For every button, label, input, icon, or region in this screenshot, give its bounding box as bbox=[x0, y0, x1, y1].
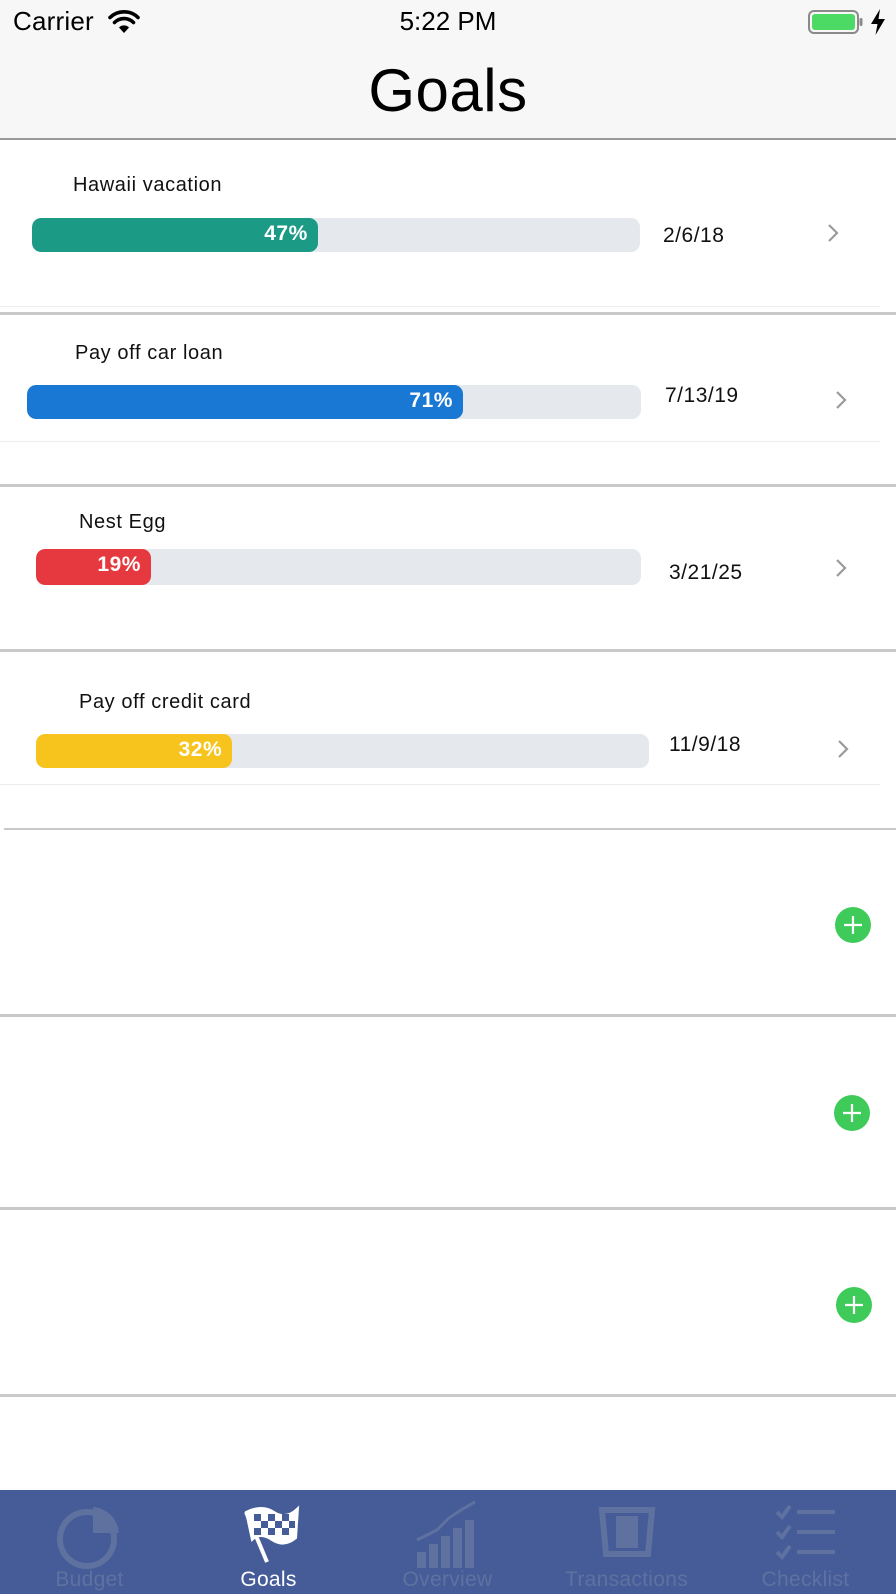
tab-goals[interactable]: Goals bbox=[179, 1490, 358, 1594]
page-title: Goals bbox=[368, 57, 528, 124]
goal-progress-fill: 47% bbox=[32, 218, 318, 252]
goal-progress-bar: 71% bbox=[27, 385, 641, 419]
checklist-icon bbox=[771, 1500, 841, 1570]
receipt-icon bbox=[592, 1500, 662, 1570]
goal-due-date: 2/6/18 bbox=[663, 224, 725, 247]
goal-name: Pay off credit card bbox=[79, 691, 252, 713]
empty-goal-slot bbox=[0, 830, 896, 1014]
goal-progress-label: 71% bbox=[409, 389, 453, 412]
row-divider bbox=[0, 441, 880, 442]
goal-progress-bar: 32% bbox=[36, 734, 649, 768]
add-goal-button[interactable] bbox=[835, 907, 871, 943]
row-divider bbox=[0, 1394, 896, 1397]
status-bar: Carrier 5:22 PM bbox=[0, 0, 896, 44]
goal-progress-fill: 71% bbox=[27, 385, 463, 419]
add-goal-button[interactable] bbox=[836, 1287, 872, 1323]
tab-bar: Budget Goals Overview Transactions Check… bbox=[0, 1490, 896, 1594]
goal-progress-label: 32% bbox=[178, 738, 223, 761]
row-divider bbox=[0, 306, 880, 307]
chevron-right-icon bbox=[826, 222, 840, 244]
tab-checklist[interactable]: Checklist bbox=[716, 1490, 895, 1594]
tab-label: Checklist bbox=[761, 1568, 850, 1591]
chevron-right-icon bbox=[836, 738, 850, 760]
goal-row-hawaii-vacation[interactable]: Hawaii vacation 47% 2/6/18 bbox=[0, 146, 896, 312]
charging-bolt-icon bbox=[869, 8, 887, 36]
empty-goal-slot bbox=[0, 1210, 896, 1394]
clock-time: 5:22 PM bbox=[399, 6, 497, 36]
bar-chart-icon bbox=[413, 1500, 483, 1570]
navigation-bar: Goals bbox=[0, 44, 896, 140]
goal-name: Nest Egg bbox=[79, 511, 167, 533]
plus-icon bbox=[845, 1296, 863, 1314]
goal-due-date: 7/13/19 bbox=[665, 384, 739, 407]
goal-progress-fill: 19% bbox=[36, 549, 151, 585]
tab-budget[interactable]: Budget bbox=[0, 1490, 179, 1594]
checkered-flag-icon bbox=[234, 1500, 304, 1570]
tab-overview[interactable]: Overview bbox=[358, 1490, 537, 1594]
goal-progress-bar: 19% bbox=[36, 549, 641, 585]
plus-icon bbox=[843, 1104, 861, 1122]
add-goal-button[interactable] bbox=[834, 1095, 870, 1131]
goal-row-pay-off-credit-card[interactable]: Pay off credit card 32% 11/9/18 bbox=[0, 652, 896, 828]
pie-chart-icon bbox=[55, 1500, 125, 1570]
goal-name: Pay off car loan bbox=[75, 342, 224, 364]
goal-progress-label: 19% bbox=[97, 553, 141, 576]
goal-row-nest-egg[interactable]: Nest Egg 19% 3/21/25 bbox=[0, 487, 896, 649]
tab-label: Overview bbox=[402, 1568, 493, 1591]
chevron-right-icon bbox=[834, 557, 848, 579]
goal-name: Hawaii vacation bbox=[73, 174, 223, 196]
goal-due-date: 3/21/25 bbox=[669, 561, 743, 584]
goal-row-pay-off-car-loan[interactable]: Pay off car loan 71% 7/13/19 bbox=[0, 315, 896, 485]
tab-transactions[interactable]: Transactions bbox=[537, 1490, 716, 1594]
goal-progress-label: 47% bbox=[264, 222, 308, 245]
goal-progress-fill: 32% bbox=[36, 734, 233, 768]
tab-label: Goals bbox=[240, 1568, 297, 1591]
tab-label: Budget bbox=[55, 1568, 124, 1591]
goal-progress-bar: 47% bbox=[32, 218, 640, 252]
empty-goal-slot bbox=[0, 1017, 896, 1207]
battery-icon bbox=[808, 10, 864, 34]
tab-label: Transactions bbox=[564, 1568, 689, 1591]
chevron-right-icon bbox=[834, 389, 848, 411]
row-divider bbox=[0, 784, 880, 785]
plus-icon bbox=[844, 916, 862, 934]
goal-due-date: 11/9/18 bbox=[669, 733, 742, 756]
